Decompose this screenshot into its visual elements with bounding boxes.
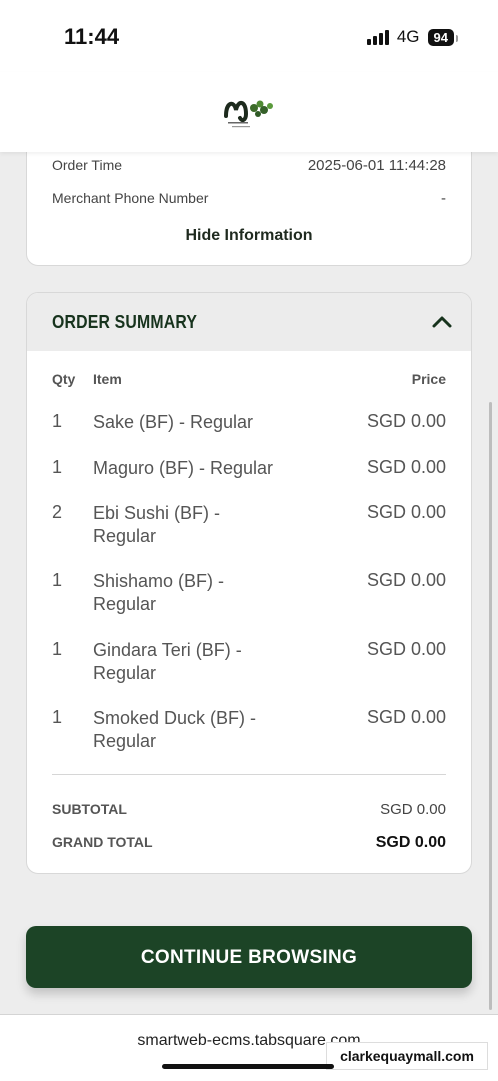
app-header: [0, 72, 498, 152]
item-qty: 2: [52, 502, 63, 522]
item-price: SGD 0.00: [366, 707, 446, 727]
network-type: 4G: [396, 27, 420, 46]
order-time-row: Order Time 2025-06-01 11:44:28: [52, 157, 446, 174]
chevron-up-icon[interactable]: [431, 311, 453, 333]
subtotal-label: SUBTOTAL: [52, 801, 127, 817]
battery-icon: 94: [427, 28, 459, 46]
subtotal-row: SUBTOTAL SGD 0.00: [52, 801, 446, 818]
item-name: Ebi Sushi (BF) - Regular: [93, 503, 221, 546]
continue-browsing-button[interactable]: CONTINUE BROWSING: [26, 926, 472, 988]
item-name: Sake (BF) - Regular: [93, 412, 254, 432]
merchant-phone-label: Merchant Phone Number: [52, 190, 209, 206]
item-price: SGD 0.00: [366, 457, 446, 477]
status-bar: 11:44 4G 94: [0, 0, 498, 72]
order-summary-header[interactable]: ORDER SUMMARY: [27, 293, 471, 351]
item-qty: 1: [52, 457, 63, 477]
item-name: Smoked Duck (BF) - Regular: [93, 708, 257, 751]
page-scrollbar[interactable]: [489, 402, 492, 1010]
signal-icon: [366, 29, 389, 45]
status-time: 11:44: [64, 24, 120, 49]
grand-total-label: GRAND TOTAL: [52, 834, 153, 850]
home-indicator[interactable]: [162, 1064, 334, 1069]
item-qty: 1: [52, 411, 63, 431]
item-qty: 1: [52, 639, 63, 659]
merchant-phone-row: Merchant Phone Number -: [52, 190, 446, 207]
order-time-value: 2025-06-01 11:44:28: [307, 157, 446, 174]
item-price: SGD 0.00: [366, 411, 446, 431]
status-indicators: 4G 94: [366, 26, 459, 48]
item-name: Maguro (BF) - Regular: [93, 458, 274, 478]
order-summary-title: ORDER SUMMARY: [52, 312, 198, 332]
watermark: clarkequaymall.com: [326, 1042, 488, 1070]
item-qty: 1: [52, 570, 63, 590]
merchant-phone-value: -: [441, 190, 446, 207]
price-column-header: Price: [411, 371, 446, 387]
grand-total-value: SGD 0.00: [375, 834, 446, 851]
item-qty: 1: [52, 707, 63, 727]
subtotal-value: SGD 0.00: [380, 801, 446, 818]
item-price: SGD 0.00: [366, 502, 446, 522]
item-price: SGD 0.00: [366, 639, 446, 659]
grand-total-row: GRAND TOTAL SGD 0.00: [52, 834, 446, 852]
qty-column-header: Qty: [52, 371, 76, 387]
order-time-label: Order Time: [52, 157, 123, 173]
mitsuba-logo[interactable]: [224, 96, 276, 130]
totals-divider: [52, 774, 446, 775]
order-info-card: Order Time 2025-06-01 11:44:28 Merchant …: [26, 132, 472, 266]
item-name: Shishamo (BF) - Regular: [93, 571, 225, 614]
item-price: SGD 0.00: [366, 570, 446, 590]
item-column-header: Item: [93, 371, 122, 387]
order-summary-card: ORDER SUMMARY Qty Item Price 1 Sake (BF)…: [26, 292, 472, 874]
item-name: Gindara Teri (BF) - Regular: [93, 640, 242, 683]
hide-information-link[interactable]: Hide Information: [27, 227, 471, 245]
